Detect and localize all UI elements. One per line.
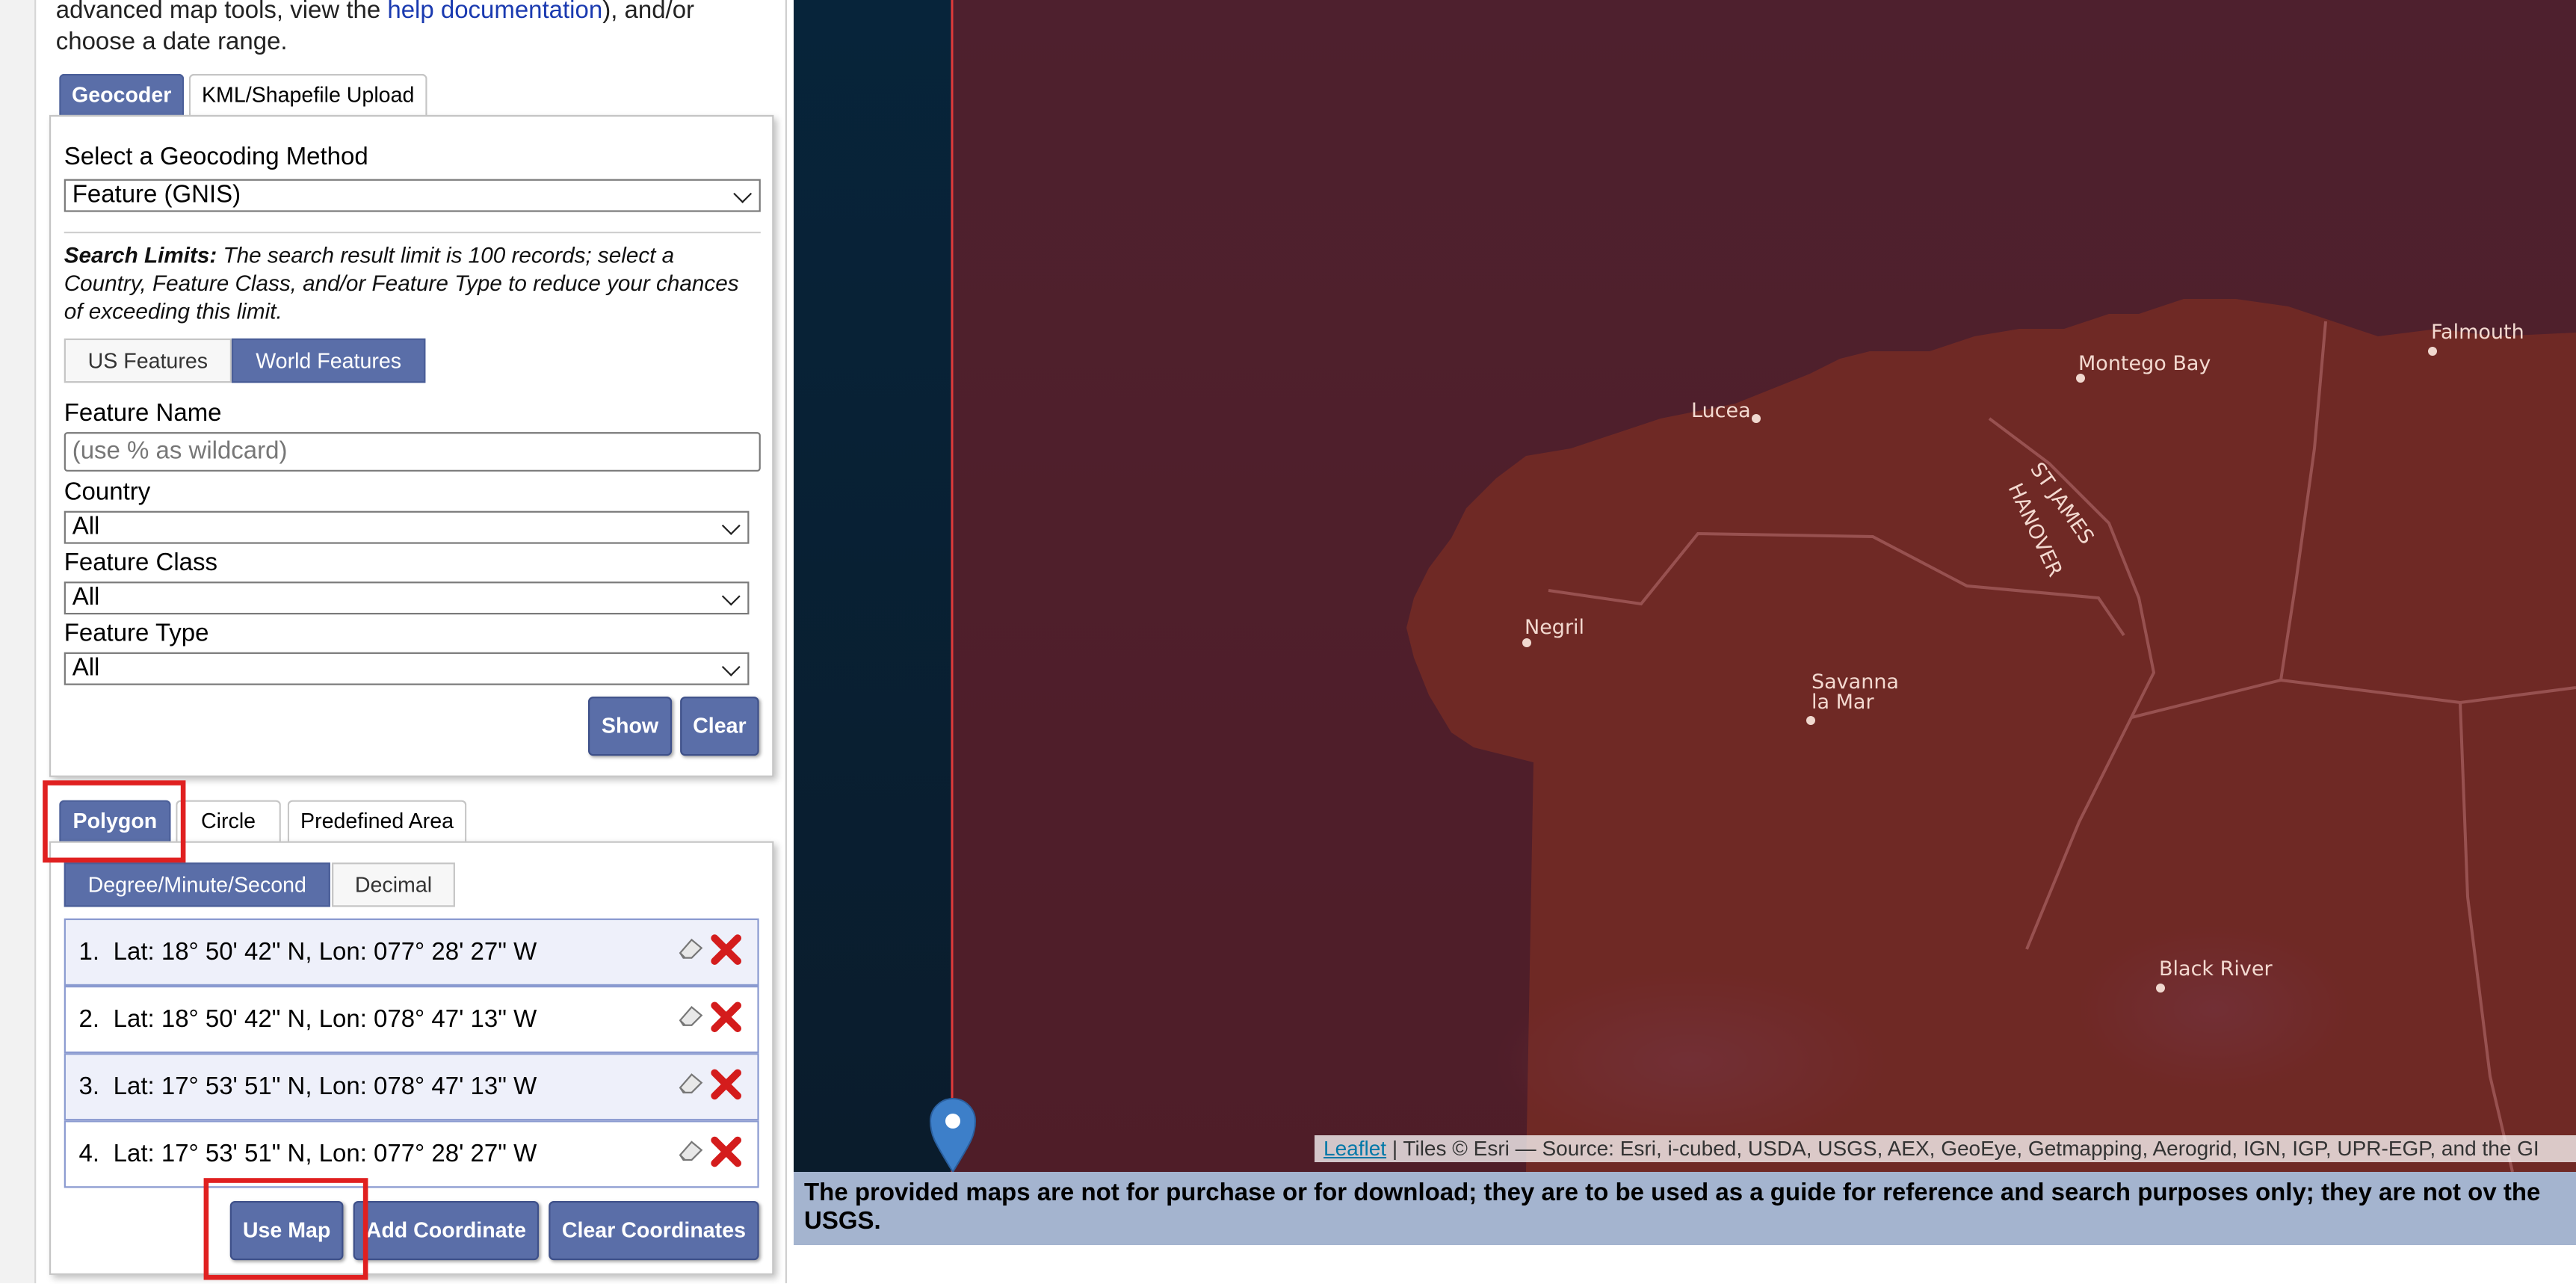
chevron-down-icon bbox=[721, 516, 741, 535]
tab-predefined-area[interactable]: Predefined Area bbox=[287, 800, 467, 843]
show-button[interactable]: Show bbox=[588, 697, 673, 756]
chevron-down-icon bbox=[733, 184, 753, 203]
coordinate-number: 4. bbox=[78, 1140, 100, 1169]
leaflet-link[interactable]: Leaflet bbox=[1323, 1137, 1386, 1160]
intro-text-part: advanced map tools, view the bbox=[55, 0, 388, 25]
eraser-icon[interactable] bbox=[677, 1071, 705, 1096]
label-falmouth: Falmouth bbox=[2431, 321, 2524, 344]
eraser-icon[interactable] bbox=[677, 1004, 705, 1028]
world-features-toggle[interactable]: World Features bbox=[231, 338, 426, 383]
search-limits-label: Search Limits: bbox=[64, 243, 217, 268]
label-black-river: Black River bbox=[2159, 957, 2273, 981]
us-features-toggle[interactable]: US Features bbox=[64, 338, 232, 383]
dms-format-toggle[interactable]: Degree/Minute/Second bbox=[64, 862, 330, 907]
tab-circle[interactable]: Circle bbox=[176, 800, 281, 843]
help-documentation-link[interactable]: help documentation bbox=[387, 0, 602, 25]
map-attribution: Leaflet | Tiles © Esri — Source: Esri, i… bbox=[1315, 1135, 2576, 1162]
tab-geocoder[interactable]: Geocoder bbox=[59, 73, 185, 117]
coordinate-number: 1. bbox=[78, 938, 100, 966]
feature-class-value: All bbox=[72, 583, 100, 611]
intro-text-part: choose a date range. bbox=[55, 28, 288, 56]
geocoding-method-value: Feature (GNIS) bbox=[72, 180, 241, 209]
eraser-icon[interactable] bbox=[677, 936, 705, 961]
feature-class-label: Feature Class bbox=[64, 549, 218, 577]
geocoding-method-select[interactable]: Feature (GNIS) bbox=[64, 179, 761, 212]
divider bbox=[64, 231, 761, 234]
coordinate-row: 4. Lat: 17° 53' 51" N, Lon: 077° 28' 27" … bbox=[64, 1120, 759, 1188]
coordinate-text: Lat: 18° 50' 42" N, Lon: 078° 47' 13" W bbox=[113, 1005, 537, 1034]
search-limits-note: Search Limits: The search result limit i… bbox=[64, 241, 746, 325]
label-lucea: Lucea bbox=[1691, 399, 1751, 422]
add-coordinate-button[interactable]: Add Coordinate bbox=[353, 1200, 540, 1261]
intro-text-part: ), and/or bbox=[602, 0, 695, 25]
coordinate-row: 2. Lat: 18° 50' 42" N, Lon: 078° 47' 13" … bbox=[64, 986, 759, 1054]
tab-kml-shapefile-upload[interactable]: KML/Shapefile Upload bbox=[188, 73, 427, 117]
delete-icon[interactable] bbox=[710, 1001, 743, 1034]
map-disclaimer: The provided maps are not for purchase o… bbox=[794, 1172, 2576, 1245]
delete-icon[interactable] bbox=[710, 1068, 743, 1101]
coordinate-row: 3. Lat: 17° 53' 51" N, Lon: 078° 47' 13" … bbox=[64, 1053, 759, 1121]
delete-icon[interactable] bbox=[710, 933, 743, 966]
delete-icon[interactable] bbox=[710, 1135, 743, 1168]
intro-text: advanced map tools, view the help docume… bbox=[56, 0, 762, 58]
feature-type-value: All bbox=[72, 653, 100, 682]
clear-button[interactable]: Clear bbox=[680, 697, 759, 756]
left-edge-strip bbox=[0, 0, 37, 1283]
coordinate-text: Lat: 17° 53' 51" N, Lon: 078° 47' 13" W bbox=[113, 1072, 537, 1101]
country-label: Country bbox=[64, 478, 151, 507]
feature-class-select[interactable]: All bbox=[64, 581, 750, 615]
chevron-down-icon bbox=[721, 587, 741, 606]
country-value: All bbox=[72, 512, 100, 541]
selected-polygon-area[interactable] bbox=[952, 0, 2576, 1172]
feature-name-input[interactable]: (use % as wildcard) bbox=[64, 432, 761, 472]
country-select[interactable]: All bbox=[64, 510, 750, 544]
map-canvas[interactable]: Montego Bay Falmouth Lucea ST JAMES HANO… bbox=[794, 0, 2576, 1172]
clear-coordinates-button[interactable]: Clear Coordinates bbox=[549, 1200, 759, 1261]
coordinate-text: Lat: 17° 53' 51" N, Lon: 077° 28' 27" W bbox=[113, 1140, 537, 1169]
label-la-mar: la Mar bbox=[1811, 691, 1874, 714]
feature-type-label: Feature Type bbox=[64, 619, 209, 648]
attribution-text: | Tiles © Esri — Source: Esri, i-cubed, … bbox=[1386, 1137, 2539, 1160]
geocoding-method-label: Select a Geocoding Method bbox=[64, 143, 368, 171]
decimal-format-toggle[interactable]: Decimal bbox=[332, 862, 455, 907]
coordinate-text: Lat: 18° 50' 42" N, Lon: 077° 28' 27" W bbox=[113, 938, 537, 966]
use-map-highlight bbox=[203, 1178, 368, 1280]
coordinate-number: 2. bbox=[78, 1005, 100, 1034]
eraser-icon[interactable] bbox=[677, 1138, 705, 1163]
coordinate-row: 1. Lat: 18° 50' 42" N, Lon: 077° 28' 27" … bbox=[64, 918, 759, 987]
coordinate-number: 3. bbox=[78, 1072, 100, 1101]
map-view[interactable]: Montego Bay Falmouth Lucea ST JAMES HANO… bbox=[794, 0, 2576, 1172]
label-montego-bay: Montego Bay bbox=[2078, 352, 2211, 375]
feature-name-label: Feature Name bbox=[64, 399, 222, 428]
chevron-down-icon bbox=[721, 658, 741, 676]
polygon-tab-highlight bbox=[43, 780, 186, 863]
feature-type-select[interactable]: All bbox=[64, 652, 750, 685]
label-negril: Negril bbox=[1525, 616, 1584, 639]
